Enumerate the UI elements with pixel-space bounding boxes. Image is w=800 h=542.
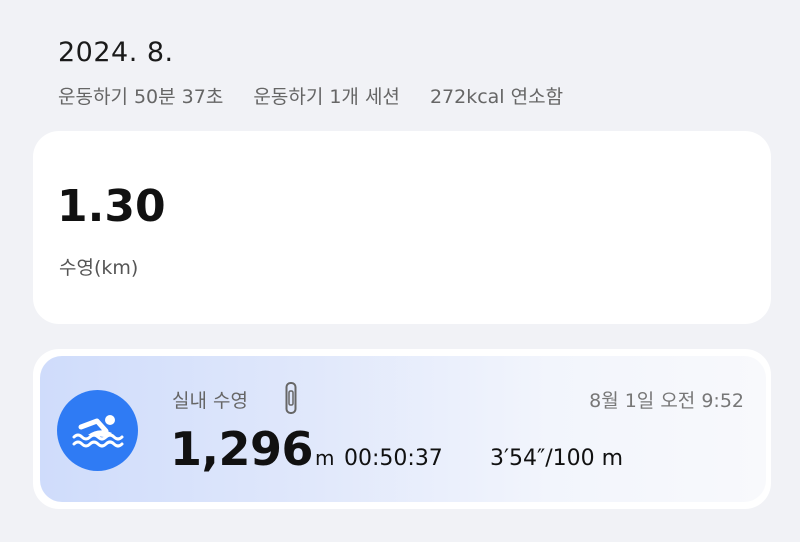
month-title: 2024. 8. [58,37,174,68]
monthly-summary: 운동하기 50분 37초 운동하기 1개 세션 272kcal 연소함 [58,82,563,109]
summary-calories: 272kcal 연소함 [429,86,564,108]
session-timestamp: 8월 1일 오전 9:52 [589,390,744,412]
summary-sessions: 운동하기 1개 세션 [253,86,400,108]
distance-card[interactable]: 1.30 수영(km) [33,131,771,324]
session-distance: 1,296 m [170,422,335,476]
session-pace: 3′54″/100 m [490,446,624,471]
activity-name: 실내 수영 [172,390,248,412]
swimming-icon [57,390,138,471]
session-distance-unit: m [315,446,335,470]
session-duration: 00:50:37 [344,446,443,471]
session-distance-value: 1,296 [170,422,314,476]
watch-icon [283,381,299,419]
session-card[interactable] [40,356,766,502]
summary-duration: 운동하기 50분 37초 [58,86,224,108]
distance-value: 1.30 [57,181,166,232]
distance-label: 수영(km) [59,257,139,279]
